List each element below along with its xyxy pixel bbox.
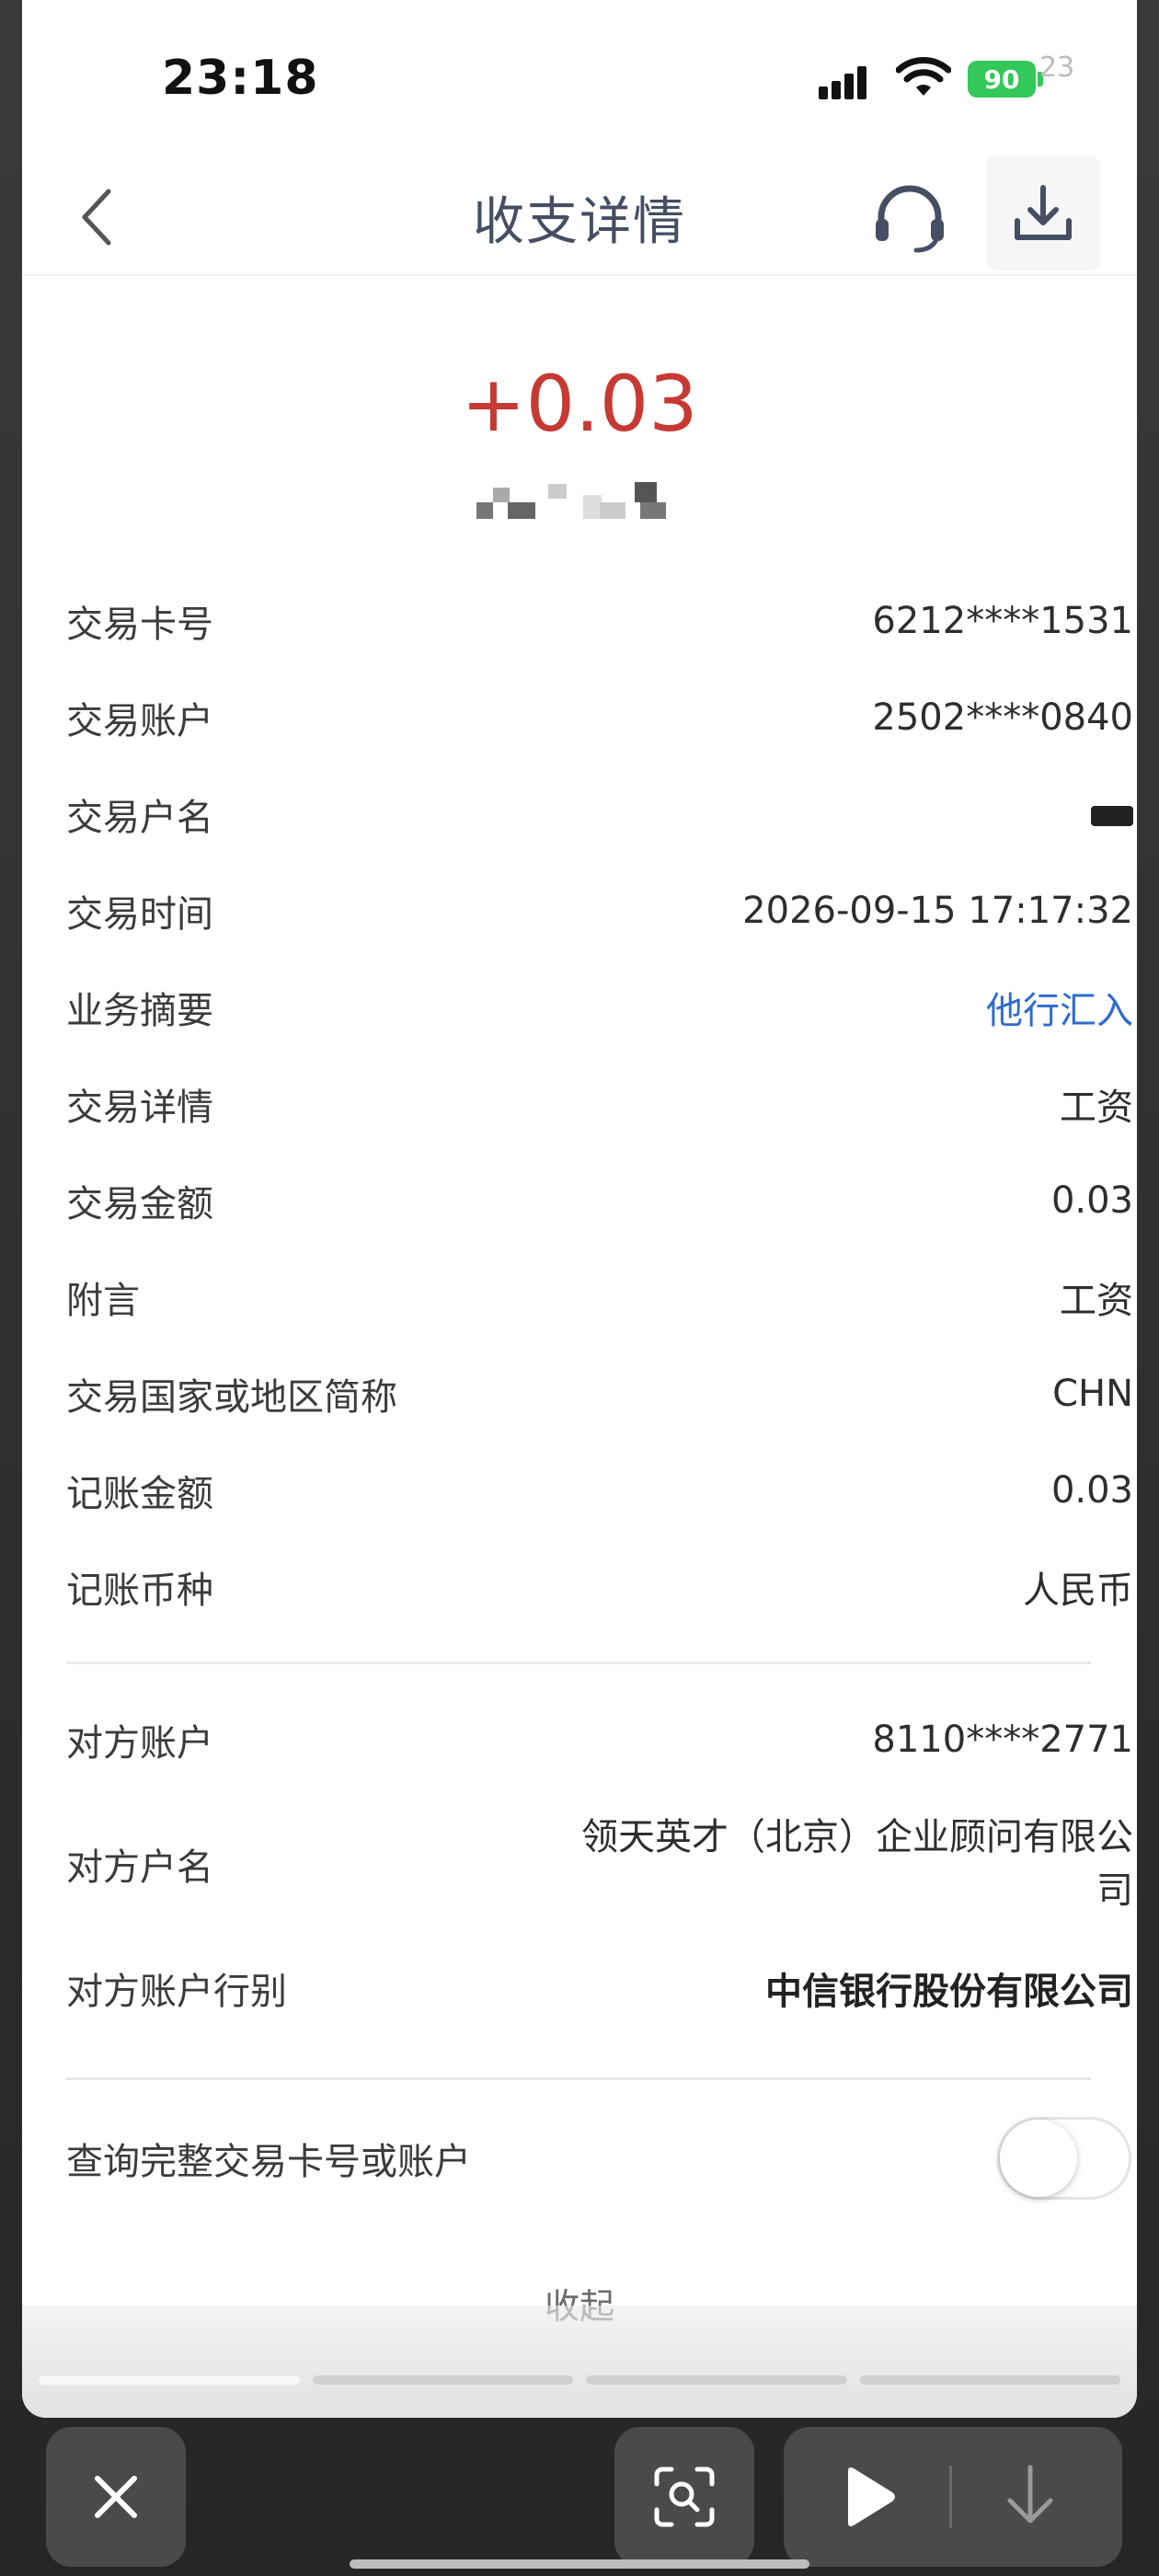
detail-value: 2502****0840 bbox=[872, 696, 1133, 739]
download-icon bbox=[1015, 185, 1072, 240]
detail-value: 0.03 bbox=[1050, 1468, 1133, 1512]
detail-row: 业务摘要 他行汇入 bbox=[66, 959, 1133, 1055]
detail-value: 8110****2771 bbox=[872, 1718, 1133, 1761]
cellular-signal-icon bbox=[819, 63, 878, 99]
counterparty-details: 对方账户 8110****2771 对方户名 领天英才（北京）企业顾问有限公司 … bbox=[66, 1691, 1133, 2036]
detail-value: 中信银行股份有限公司 bbox=[765, 1970, 1133, 2013]
detail-value bbox=[1091, 793, 1133, 835]
masked-name-pixelated bbox=[476, 477, 666, 528]
detail-row: 对方户名 领天英才（北京）企业顾问有限公司 bbox=[66, 1788, 1133, 1939]
detail-value: 工资 bbox=[1060, 1086, 1133, 1129]
headset-icon[interactable] bbox=[868, 177, 951, 259]
detail-label: 对方账户 bbox=[66, 1721, 213, 1765]
scan-search-icon bbox=[654, 2467, 715, 2527]
query-full-row: 查询完整交易卡号或账户 bbox=[66, 2112, 1133, 2204]
detail-row: 对方账户 8110****2771 bbox=[66, 1691, 1133, 1788]
section-divider bbox=[66, 2077, 1091, 2080]
query-full-toggle[interactable] bbox=[997, 2117, 1131, 2200]
redacted-value bbox=[1091, 805, 1133, 826]
detail-value: 领天英才（北京）企业顾问有限公司 bbox=[581, 1815, 1133, 1912]
detail-label: 对方账户行别 bbox=[66, 1970, 287, 2013]
detail-value: CHN bbox=[1052, 1372, 1133, 1415]
transaction-details: 交易卡号 6212****1531 交易账户 2502****0840 交易户名交易时间… bbox=[66, 572, 1133, 1635]
detail-row: 交易卡号 6212****1531 bbox=[66, 572, 1133, 669]
toolbar-separator bbox=[949, 2466, 952, 2528]
close-button[interactable] bbox=[46, 2427, 186, 2567]
detail-value: 人民币 bbox=[1023, 1569, 1133, 1612]
progress-segment bbox=[312, 2375, 573, 2385]
detail-row: 附言 工资 bbox=[66, 1248, 1133, 1345]
nav-header: 收支详情 bbox=[22, 156, 1137, 276]
home-indicator bbox=[350, 2559, 809, 2569]
media-controls bbox=[784, 2427, 1122, 2567]
detail-value: 0.03 bbox=[1050, 1179, 1133, 1222]
detail-row: 交易金额 0.03 bbox=[66, 1152, 1133, 1248]
detail-value: 2026-09-15 17:17:32 bbox=[742, 889, 1133, 932]
detail-row: 交易国家或地区简称 CHN bbox=[66, 1345, 1133, 1442]
phone-screenshot: 23:18 90 23 收支详情 +0.03 交易卡号 6212****1531… bbox=[22, 0, 1137, 2418]
close-icon bbox=[95, 2476, 137, 2518]
transaction-amount: +0.03 bbox=[461, 359, 698, 449]
detail-row: 交易时间 2026-09-15 17:17:32 bbox=[66, 862, 1133, 959]
status-extra: 23 bbox=[1039, 52, 1075, 84]
detail-label: 交易账户 bbox=[66, 699, 213, 742]
play-icon[interactable] bbox=[832, 2462, 901, 2532]
wifi-icon bbox=[896, 57, 951, 96]
detail-label: 业务摘要 bbox=[66, 989, 213, 1032]
toggle-knob bbox=[1000, 2120, 1077, 2197]
progress-segment bbox=[859, 2375, 1120, 2385]
progress-segment bbox=[39, 2375, 300, 2385]
detail-label: 交易金额 bbox=[66, 1182, 213, 1225]
detail-row: 交易账户 2502****0840 bbox=[66, 669, 1133, 765]
detail-label: 交易户名 bbox=[66, 796, 213, 839]
detail-value: 6212****1531 bbox=[872, 599, 1133, 642]
section-divider bbox=[66, 1662, 1091, 1664]
battery-level: 90 bbox=[983, 63, 1020, 95]
detail-label: 记账金额 bbox=[66, 1472, 213, 1515]
image-viewer: 23:18 90 23 收支详情 +0.03 交易卡号 6212****1531… bbox=[0, 0, 1159, 2576]
detail-value: 工资 bbox=[1060, 1279, 1133, 1322]
detail-label: 附言 bbox=[66, 1279, 140, 1322]
detail-label: 交易国家或地区简称 bbox=[66, 1375, 397, 1419]
story-progress bbox=[39, 2375, 1120, 2385]
detail-row: 交易详情 工资 bbox=[66, 1055, 1133, 1152]
detail-row: 记账币种 人民币 bbox=[66, 1538, 1133, 1635]
battery-icon: 90 bbox=[968, 61, 1036, 98]
detail-label: 交易时间 bbox=[66, 892, 213, 936]
status-time: 23:18 bbox=[162, 51, 319, 106]
detail-label: 对方户名 bbox=[66, 1846, 213, 1889]
detail-value[interactable]: 他行汇入 bbox=[986, 981, 1133, 1034]
detail-row: 交易户名 bbox=[66, 765, 1133, 862]
query-full-label: 查询完整交易卡号或账户 bbox=[66, 2141, 471, 2183]
detail-label: 交易详情 bbox=[66, 1086, 213, 1129]
arrow-down-icon[interactable] bbox=[995, 2460, 1065, 2534]
detail-row: 记账金额 0.03 bbox=[66, 1442, 1133, 1538]
bottom-fade bbox=[22, 2306, 1137, 2418]
page-title: 收支详情 bbox=[473, 192, 686, 252]
detail-label: 交易卡号 bbox=[66, 603, 213, 646]
progress-segment bbox=[586, 2375, 847, 2385]
detail-row: 对方账户行别 中信银行股份有限公司 bbox=[66, 1939, 1133, 2036]
status-bar: 23:18 90 23 bbox=[22, 0, 1137, 156]
download-button[interactable] bbox=[986, 156, 1100, 270]
scan-button[interactable] bbox=[614, 2427, 754, 2567]
detail-label: 记账币种 bbox=[66, 1569, 213, 1612]
